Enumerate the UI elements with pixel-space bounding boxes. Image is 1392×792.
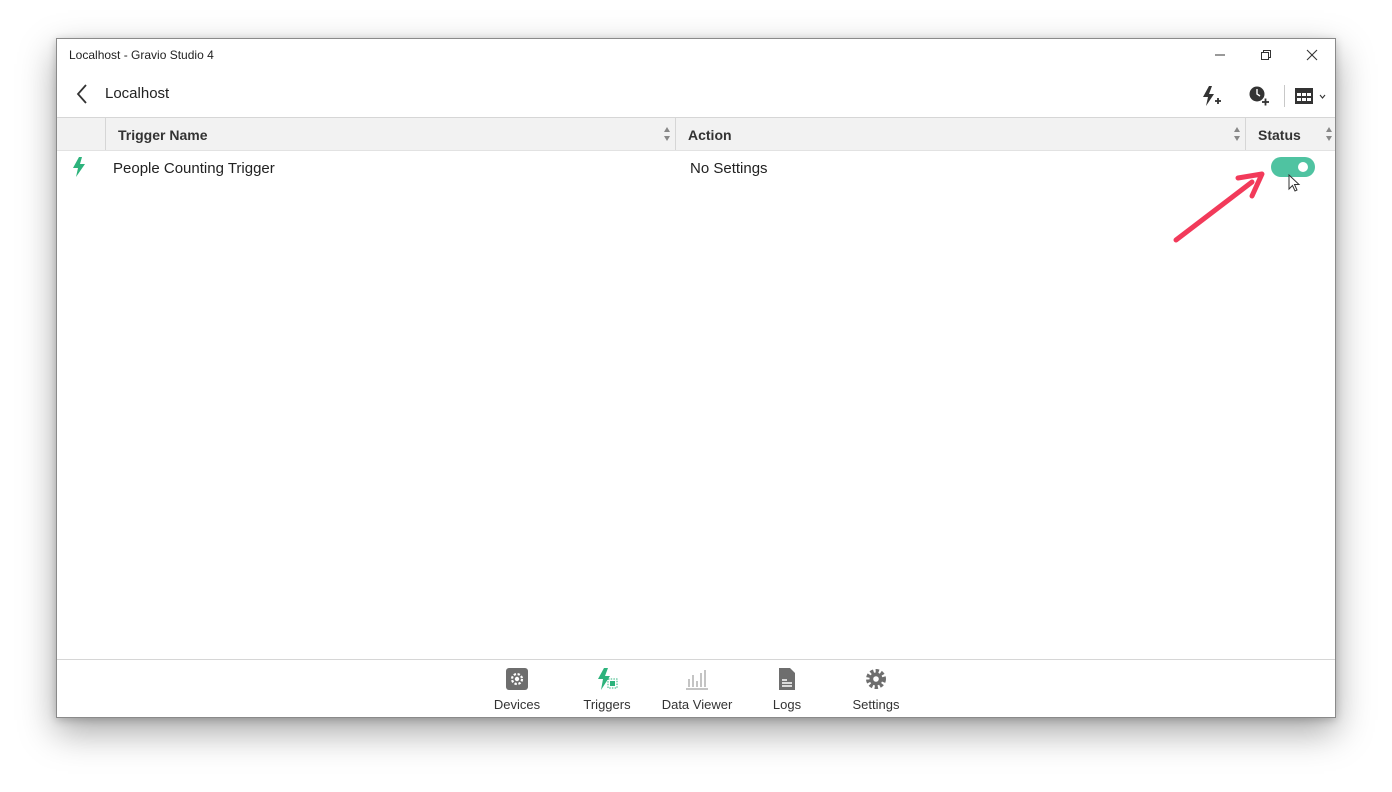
document-icon [779,668,795,690]
page-title: Localhost [105,85,170,102]
column-label-action: Action [688,127,732,143]
close-button[interactable] [1289,39,1335,71]
page-header: Localhost [57,75,1335,115]
sort-icon [1326,127,1332,141]
column-label-trigger-name: Trigger Name [118,127,208,143]
mouse-cursor-icon [1288,174,1301,192]
close-icon [1306,49,1318,61]
header-divider [1284,85,1285,107]
nav-devices[interactable]: Devices [472,665,562,715]
triggers-icon [598,668,618,690]
restore-button[interactable] [1243,39,1289,71]
device-gear-icon [506,668,528,690]
restore-icon [1261,50,1271,60]
toggle-knob [1298,162,1308,172]
nav-triggers[interactable]: Triggers [562,665,652,715]
column-label-status: Status [1258,127,1301,143]
gear-icon [866,669,886,689]
sort-icon [1234,127,1240,141]
nav-data-viewer[interactable]: Data Viewer [652,665,742,715]
column-header-status[interactable]: Status [1245,118,1337,150]
nav-settings[interactable]: Settings [831,665,921,715]
bar-chart-icon [686,670,708,690]
table-row[interactable]: People Counting Trigger No Settings [57,150,1335,188]
add-timer-icon [1249,86,1269,106]
nav-label: Triggers [583,697,631,712]
nav-label: Logs [772,697,802,712]
column-header-action[interactable]: Action [675,118,1245,150]
minimize-icon [1215,54,1225,56]
nav-label: Devices [493,697,541,712]
nav-label: Data Viewer [661,697,733,712]
back-arrow-icon [76,84,87,104]
app-window: Localhost - Gravio Studio 4 Localhost Tr… [56,38,1336,718]
minimize-button[interactable] [1197,39,1243,71]
nav-label: Settings [852,697,900,712]
footer-divider [57,659,1335,660]
add-trigger-button[interactable] [1198,83,1224,109]
layout-menu-button[interactable] [1291,83,1331,109]
add-timer-button[interactable] [1246,83,1272,109]
sort-icon [664,127,670,141]
nav-logs[interactable]: Logs [742,665,832,715]
table-header: Trigger Name Action Status [57,117,1335,151]
layout-icon [1295,88,1326,104]
action-cell: No Settings [690,160,768,177]
back-button[interactable] [71,83,93,105]
trigger-name-cell: People Counting Trigger [113,160,275,177]
column-header-trigger-name[interactable]: Trigger Name [105,118,675,150]
window-title: Localhost - Gravio Studio 4 [69,48,214,62]
lightning-icon [73,157,85,177]
title-bar: Localhost - Gravio Studio 4 [57,39,1335,71]
add-trigger-icon [1203,86,1221,106]
